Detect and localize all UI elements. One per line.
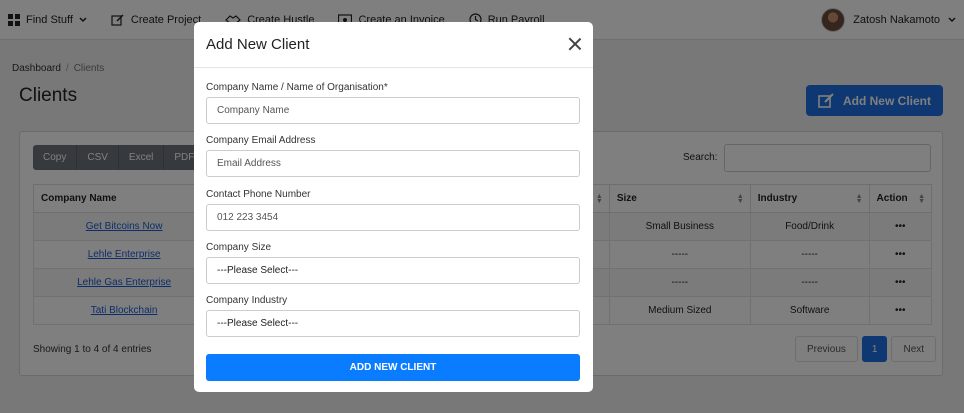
add-new-client-submit-button[interactable]: ADD NEW CLIENT <box>206 354 580 381</box>
close-icon[interactable] <box>569 38 581 50</box>
industry-label: Company Industry <box>206 295 288 306</box>
email-field[interactable]: Email Address <box>206 150 580 177</box>
company-name-label: Company Name / Name of Organisation* <box>206 82 388 93</box>
modal-title: Add New Client <box>206 36 310 53</box>
industry-group: Company Industry ---Please Select--- <box>206 295 580 337</box>
phone-label: Contact Phone Number <box>206 189 311 200</box>
modal-header: Add New Client <box>194 22 593 68</box>
add-client-modal: Add New Client Company Name / Name of Or… <box>194 22 593 392</box>
company-name-group: Company Name / Name of Organisation* Com… <box>206 82 580 124</box>
size-label: Company Size <box>206 242 272 253</box>
company-size-select[interactable]: ---Please Select--- <box>206 257 580 284</box>
company-name-input[interactable]: Company Name <box>206 97 580 124</box>
email-label: Company Email Address <box>206 135 316 146</box>
company-industry-select[interactable]: ---Please Select--- <box>206 310 580 337</box>
phone-group: Contact Phone Number 012 223 3454 <box>206 189 580 231</box>
size-group: Company Size ---Please Select--- <box>206 242 580 284</box>
email-group: Company Email Address Email Address <box>206 135 580 177</box>
phone-field[interactable]: 012 223 3454 <box>206 204 580 231</box>
